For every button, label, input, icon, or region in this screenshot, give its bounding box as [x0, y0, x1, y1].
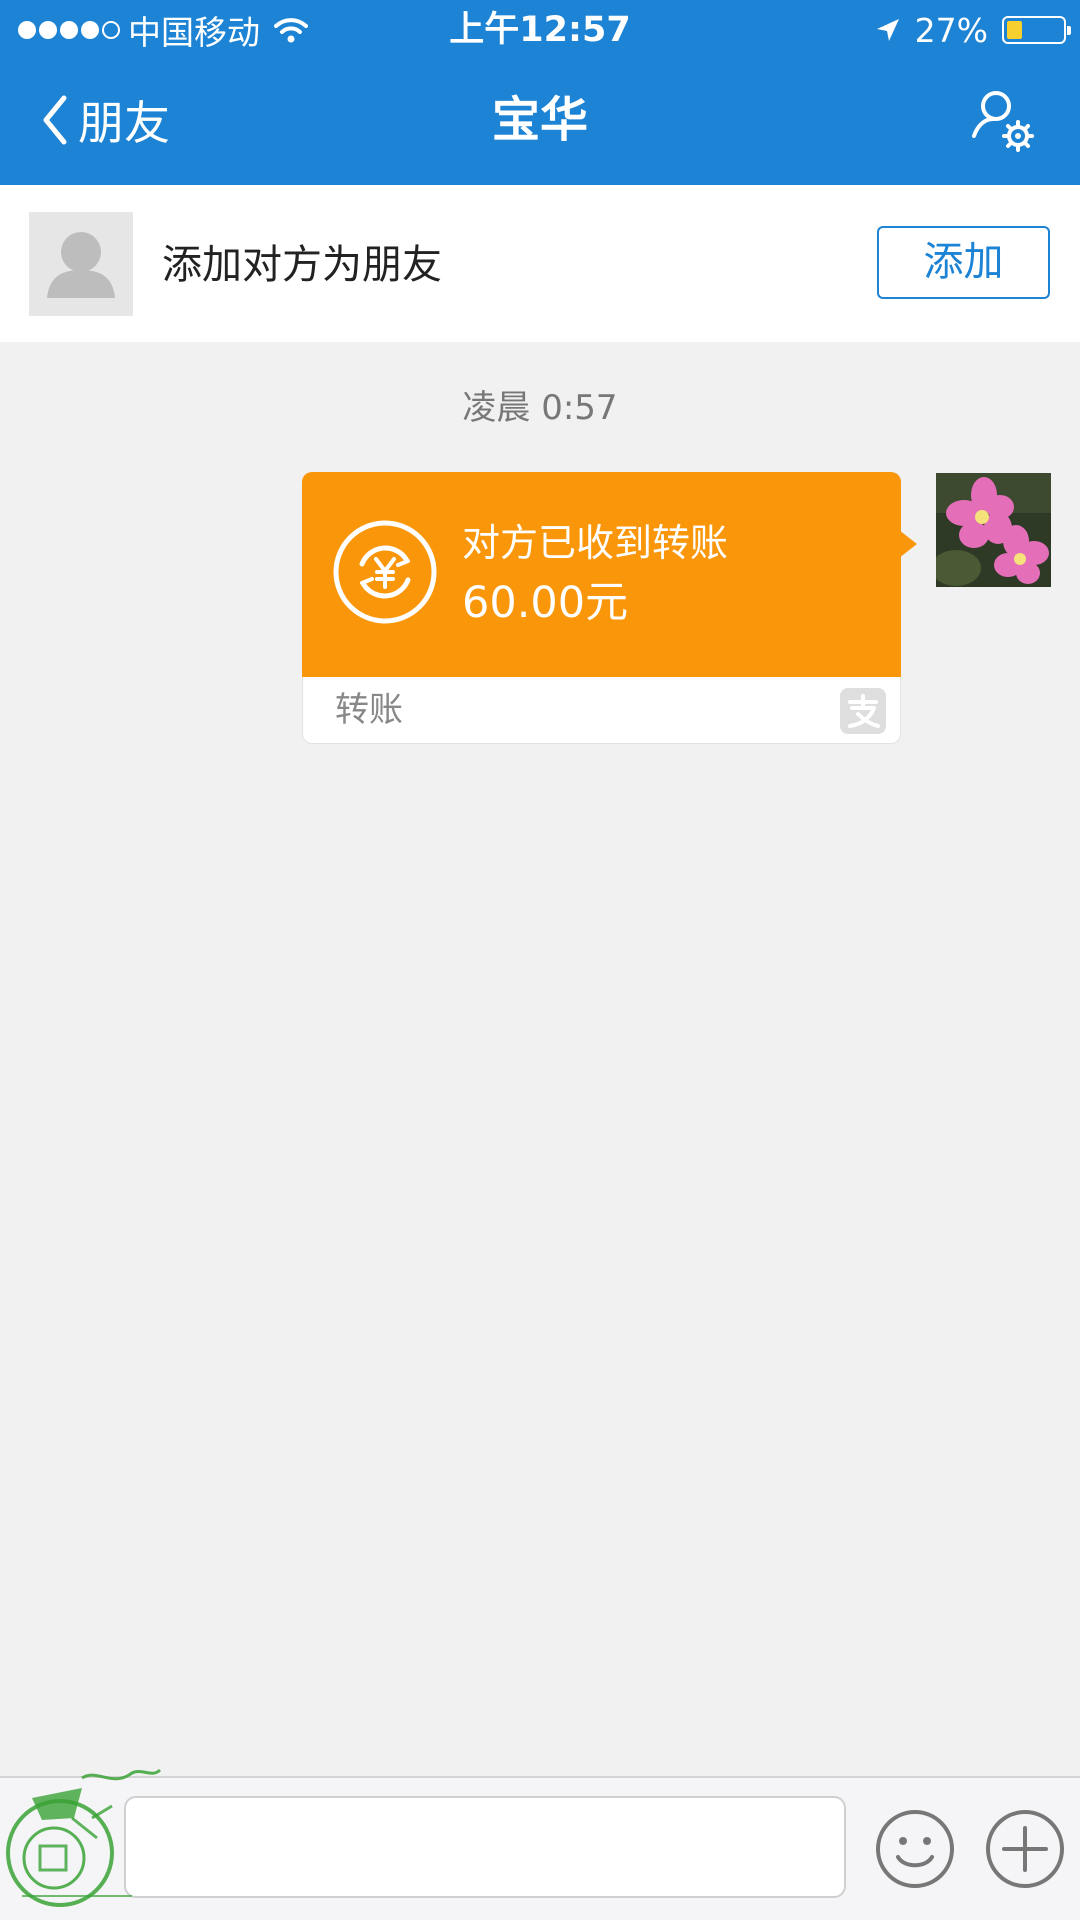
emoji-icon[interactable]: [874, 1808, 956, 1890]
my-avatar[interactable]: [936, 473, 1051, 587]
message-timestamp: 凌晨 0:57: [462, 388, 618, 428]
alipay-icon: [840, 688, 886, 734]
page-title: 宝华: [491, 92, 588, 148]
transfer-label: 转账: [335, 690, 403, 730]
add-friend-text: 添加对方为朋友: [162, 242, 442, 288]
profile-settings-icon[interactable]: [966, 86, 1036, 156]
battery-percent: 27%: [914, 10, 988, 50]
transfer-amount: 60.00元: [462, 578, 629, 628]
battery-icon: [1002, 16, 1071, 44]
bubble-tail: [899, 530, 917, 558]
status-right: 27%: [875, 6, 1071, 54]
transfer-message-card[interactable]: 对方已收到转账 60.00元 转账: [302, 472, 917, 744]
add-friend-button[interactable]: 添加: [877, 226, 1050, 299]
plus-icon[interactable]: [984, 1808, 1066, 1890]
flower-photo-avatar: [936, 473, 1051, 587]
location-arrow-icon: [876, 19, 899, 41]
battery-level: [1007, 21, 1022, 39]
watermark-logo: [6, 1768, 162, 1907]
transfer-card-header: 对方已收到转账 60.00元: [302, 472, 901, 677]
message-input[interactable]: [124, 1796, 846, 1898]
user-placeholder-icon: [47, 232, 115, 298]
contact-avatar: [29, 212, 133, 316]
transfer-status: 对方已收到转账: [462, 521, 729, 565]
transfer-card-footer: 转账: [302, 677, 901, 744]
transfer-yuan-icon: [333, 520, 437, 624]
